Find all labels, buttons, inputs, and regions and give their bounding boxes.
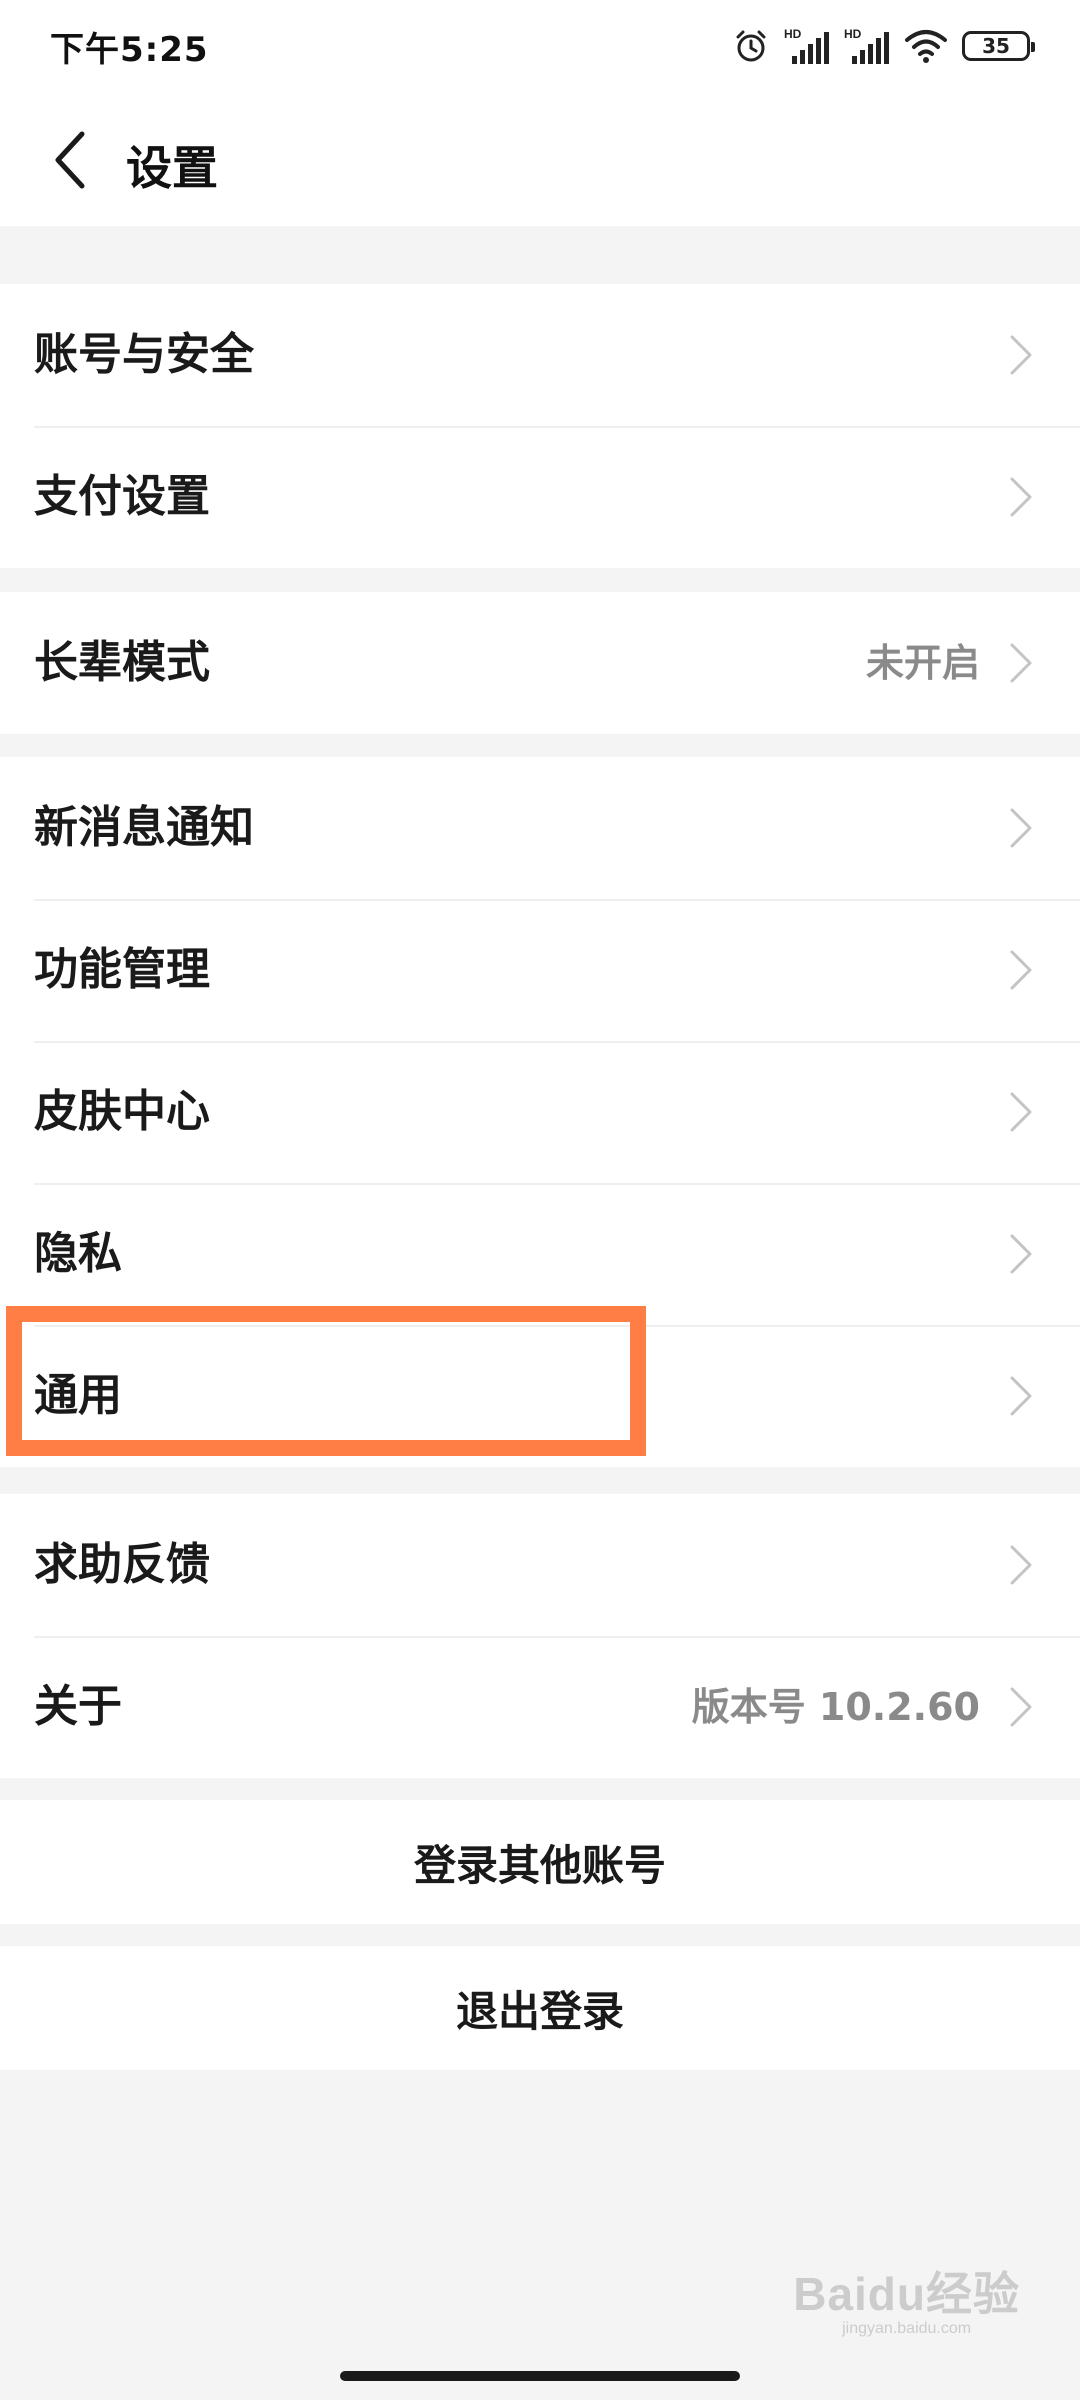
signal-hd-icon: HD [784,27,829,64]
setting-row-about[interactable]: 关于 版本号 10.2.60 [0,1636,1080,1778]
back-button[interactable] [30,120,110,200]
setting-row-features[interactable]: 功能管理 [0,899,1080,1041]
watermark: Baidu经验 jingyan.baidu.com [793,2258,1020,2338]
chevron-right-icon [1010,1687,1032,1727]
battery-level: 35 [982,34,1010,58]
setting-label: 账号与安全 [34,329,254,380]
setting-row-payment[interactable]: 支付设置 [0,426,1080,568]
setting-label: 关于 [34,1681,122,1732]
logout-button[interactable]: 退出登录 [0,1946,1080,2070]
chevron-right-icon [1010,950,1032,990]
setting-row-account-security[interactable]: 账号与安全 [0,284,1080,426]
chevron-right-icon [1010,1092,1032,1132]
wifi-icon [905,30,947,63]
battery-icon: 35 [962,31,1035,61]
setting-row-help-feedback[interactable]: 求助反馈 [0,1494,1080,1636]
settings-group-help: 求助反馈 关于 版本号 10.2.60 [0,1494,1080,1778]
setting-value: 未开启 [865,641,980,685]
signal-hd-icon: HD [844,27,889,64]
chevron-right-icon [1010,643,1032,683]
setting-label: 功能管理 [34,944,210,995]
page-title: 设置 [126,141,218,195]
setting-label: 长辈模式 [34,637,210,688]
chevron-right-icon [1010,335,1032,375]
setting-label: 支付设置 [34,471,210,522]
setting-row-privacy[interactable]: 隐私 [0,1183,1080,1325]
setting-label: 新消息通知 [34,802,254,853]
switch-account-button[interactable]: 登录其他账号 [0,1800,1080,1924]
svg-text:HD: HD [844,27,862,41]
setting-row-skins[interactable]: 皮肤中心 [0,1041,1080,1183]
home-indicator[interactable] [340,2371,740,2381]
status-bar: 下午5:25 HD HD 35 [0,0,1080,92]
alarm-icon [736,30,766,62]
watermark-logo: Baidu经验 [793,2268,1020,2320]
setting-row-elder-mode[interactable]: 长辈模式 未开启 [0,592,1080,734]
setting-label: 求助反馈 [34,1539,210,1590]
svg-text:HD: HD [784,27,802,41]
setting-label: 皮肤中心 [34,1086,210,1137]
chevron-left-icon [55,131,85,189]
header: 设置 [0,92,1080,226]
setting-label: 隐私 [34,1228,122,1279]
setting-row-general[interactable]: 通用 [0,1325,1080,1467]
setting-label: 通用 [34,1370,122,1421]
version-value: 版本号 10.2.60 [691,1685,980,1729]
status-time: 下午5:25 [50,30,209,70]
chevron-right-icon [1010,477,1032,517]
chevron-right-icon [1010,1376,1032,1416]
status-icons: HD HD 35 [732,24,1036,68]
settings-group-account: 账号与安全 支付设置 [0,284,1080,568]
chevron-right-icon [1010,1234,1032,1274]
chevron-right-icon [1010,808,1032,848]
setting-row-notifications[interactable]: 新消息通知 [0,757,1080,899]
settings-group-general: 新消息通知 功能管理 皮肤中心 隐私 通用 [0,757,1080,1467]
settings-group-elder: 长辈模式 未开启 [0,592,1080,734]
chevron-right-icon [1010,1545,1032,1585]
